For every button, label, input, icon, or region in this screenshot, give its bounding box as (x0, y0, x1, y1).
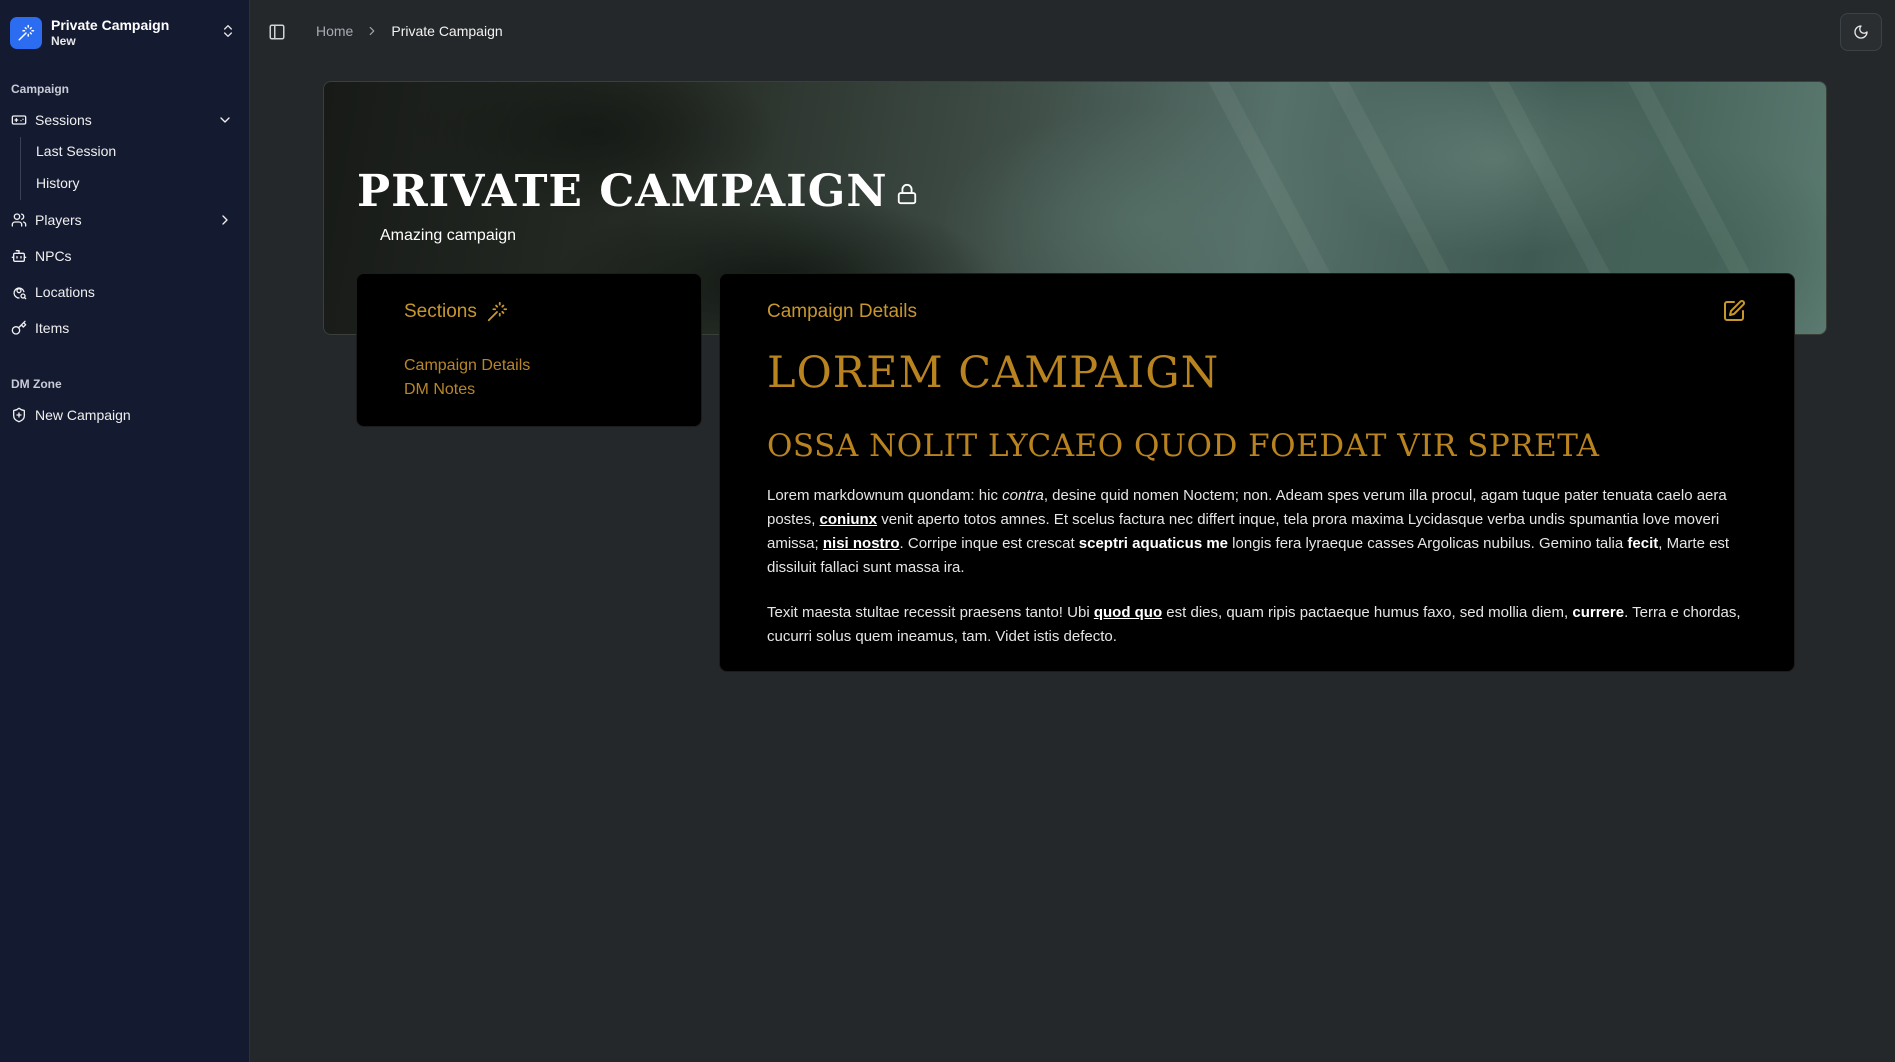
users-icon (11, 212, 27, 228)
sidebar-subitem-last-session[interactable]: Last Session (36, 143, 116, 159)
text-run: est dies, quam ripis pactaeque humus fax… (1162, 604, 1573, 621)
sidebar-item-label: Items (35, 320, 70, 336)
submenu-guide (20, 137, 21, 200)
chevron-right-icon (217, 212, 233, 231)
breadcrumb-current: Private Campaign (391, 23, 503, 39)
details-paragraph-2: Texit maesta stultae recessit praesens t… (767, 601, 1752, 649)
sidebar-item-label: Sessions (35, 112, 92, 128)
chevron-right-icon (365, 24, 379, 38)
map-pin-icon (11, 284, 27, 300)
group-label-campaign: Campaign (11, 82, 70, 96)
details-h1: LOREM CAMPAIGN (767, 348, 1220, 398)
bot-icon (11, 248, 27, 264)
link-quod-quo[interactable]: quod quo (1094, 604, 1162, 621)
theme-toggle-button[interactable] (1840, 13, 1882, 51)
sidebar-item-new-campaign[interactable]: New Campaign (11, 402, 233, 428)
sidebar-item-npcs[interactable]: NPCs (11, 243, 233, 269)
lock-icon (896, 182, 918, 206)
bold-text: sceptri aquaticus me (1078, 535, 1229, 552)
campaign-status: New (51, 34, 76, 49)
campaign-details-panel: Campaign Details LOREM CAMPAIGN OSSA NOL… (719, 273, 1795, 672)
key-icon (11, 320, 27, 336)
page-subtitle: Amazing campaign (380, 227, 517, 244)
sidebar-item-label: Locations (35, 284, 95, 300)
page-title: PRIVATE CAMPAIGN (357, 166, 888, 217)
details-paragraph-1: Lorem markdownum quondam: hic contra, de… (767, 484, 1752, 580)
gamepad-icon (11, 112, 27, 128)
bold-text: fecit (1627, 535, 1659, 552)
edit-icon[interactable] (1722, 299, 1746, 328)
details-h2: OSSA NOLIT LYCAEO QUOD FOEDAT VIR SPRETA (767, 428, 1600, 464)
chevron-down-icon (217, 112, 233, 131)
sections-heading: Sections (404, 301, 508, 323)
campaign-name: Private Campaign (51, 17, 170, 34)
wand-sparkles-icon (10, 17, 42, 49)
sidebar-item-label: New Campaign (35, 407, 131, 423)
campaign-switcher[interactable]: Private Campaign New (10, 15, 240, 51)
text-run: longis fera lyraeque casses Argolicas nu… (1228, 535, 1628, 552)
sidebar-item-players[interactable]: Players (11, 207, 233, 233)
emphasis-text: contra (1002, 487, 1044, 504)
sidebar-item-items[interactable]: Items (11, 315, 233, 341)
sections-panel: Sections Campaign Details DM Notes (356, 273, 702, 427)
wand-sparkles-icon (477, 301, 508, 323)
link-coniunx[interactable]: coniunx (820, 511, 878, 528)
sidebar-item-sessions[interactable]: Sessions (11, 107, 233, 133)
shield-plus-icon (11, 407, 27, 423)
section-link-campaign-details[interactable]: Campaign Details (404, 357, 530, 375)
group-label-dm-zone: DM Zone (11, 377, 62, 391)
sidebar: Private Campaign New Campaign Sessions L… (0, 0, 250, 1062)
chevrons-up-down-icon (220, 23, 236, 44)
sidebar-item-locations[interactable]: Locations (11, 279, 233, 305)
hero-title-row: PRIVATE CAMPAIGN (357, 166, 918, 217)
breadcrumb-home[interactable]: Home (316, 23, 353, 39)
section-link-dm-notes[interactable]: DM Notes (404, 381, 475, 399)
sections-title: Sections (404, 301, 477, 322)
sidebar-item-label: Players (35, 212, 82, 228)
sidebar-subitem-history[interactable]: History (36, 175, 80, 191)
bold-text: currere (1572, 604, 1625, 621)
text-run: . Corripe inque est crescat (899, 535, 1079, 552)
text-run: Texit maesta stultae recessit praesens t… (767, 604, 1094, 621)
text-run: Lorem markdownum quondam: hic (767, 487, 1003, 504)
details-heading: Campaign Details (767, 301, 917, 322)
moon-icon (1853, 24, 1869, 40)
sidebar-item-label: NPCs (35, 248, 72, 264)
breadcrumb: Home Private Campaign (316, 23, 503, 39)
sidebar-toggle-icon[interactable] (268, 23, 286, 46)
link-nisi-nostro[interactable]: nisi nostro (823, 535, 900, 552)
